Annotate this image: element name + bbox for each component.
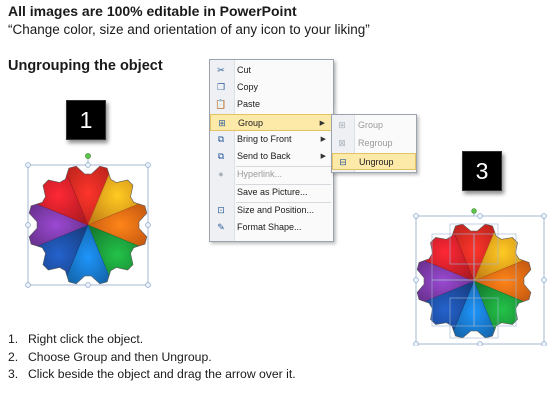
size-position-icon: ⊡ [217,205,225,215]
gear-object-ungrouped[interactable] [410,206,550,346]
instruction-number: 1. [8,332,19,346]
rotate-handle[interactable] [471,208,477,214]
menu-item-label: Size and Position... [237,205,315,215]
resize-handle[interactable] [85,162,91,168]
menu-item-paste[interactable]: 📋 Paste [210,96,333,113]
bring-to-front-icon: ⧉ [217,134,225,144]
submenu-arrow-icon: ▶ [320,136,326,143]
menu-item-label: Copy [237,82,259,92]
menu-item-label: Group [238,118,264,128]
resize-handle[interactable] [541,277,547,283]
menu-item-format-shape[interactable]: ✎ Format Shape... [210,219,333,236]
hyperlink-icon: ● [218,169,224,179]
submenu-arrow-icon: ▶ [319,120,325,127]
menu-item-label: Hyperlink... [237,169,283,179]
resize-handle[interactable] [145,222,151,228]
instructions-list: 1. Right click the object. 2. Choose Group… [8,331,296,384]
instruction-number: 2. [8,349,19,364]
resize-handle[interactable] [85,282,91,288]
menu-item-label: Cut [237,65,252,75]
submenu-item-label: Group [358,120,384,130]
copy-icon: ❐ [216,82,226,92]
step-1-badge: 1 [66,100,106,140]
menu-item-label: Bring to Front [237,134,292,144]
send-to-back-icon: ⧉ [217,151,225,161]
menu-item-group[interactable]: ⊞ Group ▶ [210,114,333,131]
group-icon: ⊞ [338,120,346,130]
menu-item-hyperlink[interactable]: ● Hyperlink... [210,166,333,183]
blank-icon [215,187,227,198]
submenu-item-label: Ungroup [359,157,394,167]
menu-item-label: Save as Picture... [237,187,308,197]
submenu-item-regroup[interactable]: ⊠ Regroup [332,135,416,152]
instruction-text: Choose Group and then Ungroup. [28,349,212,364]
menu-item-cut[interactable]: ✂ Cut [210,62,333,79]
resize-handle[interactable] [25,282,31,288]
submenu-item-label: Regroup [358,138,393,148]
menu-item-send-to-back[interactable]: ⧉ Send to Back ▶ [210,148,333,165]
instruction-number: 3. [8,367,19,381]
paste-icon: 📋 [215,99,227,109]
menu-item-size-and-position[interactable]: ⊡ Size and Position... [210,202,333,219]
group-submenu: ⊞ Group ⊠ Regroup ⊟ Ungroup [331,114,417,173]
instruction-item: 3. Click beside the object and drag the a… [8,366,296,384]
resize-handle[interactable] [25,222,31,228]
menu-item-save-as-picture[interactable]: Save as Picture... [210,184,333,201]
headline: All images are 100% editable in PowerPoi… [8,3,297,19]
rotate-handle[interactable] [85,153,91,159]
submenu-arrow-icon: ▶ [320,153,326,160]
subline: “Change color, size and orientation of a… [8,22,370,37]
section-title: Ungrouping the object [8,58,163,74]
resize-handle[interactable] [25,162,31,168]
resize-handle[interactable] [413,277,419,283]
instruction-item: 2. Choose Group and then Ungroup. [8,349,296,367]
resize-handle[interactable] [477,213,483,219]
ungroup-icon: ⊟ [339,157,347,167]
menu-item-bring-to-front[interactable]: ⧉ Bring to Front ▶ [210,131,333,148]
menu-item-label: Format Shape... [237,222,302,232]
scissors-icon: ✂ [217,65,225,75]
resize-handle[interactable] [145,162,151,168]
gear-object-grouped[interactable] [22,150,156,290]
instruction-text: Click beside the object and drag the arr… [28,367,296,381]
menu-item-label: Send to Back [237,151,291,161]
menu-item-copy[interactable]: ❐ Copy [210,79,333,96]
group-icon: ⊞ [218,118,226,128]
resize-handle[interactable] [413,341,419,346]
resize-handle[interactable] [413,213,419,219]
resize-handle[interactable] [477,341,483,346]
instruction-item: 1. Right click the object. [8,331,296,349]
format-shape-icon: ✎ [217,222,225,232]
submenu-item-group[interactable]: ⊞ Group [332,117,416,134]
regroup-icon: ⊠ [338,138,346,148]
resize-handle[interactable] [541,213,547,219]
resize-handle[interactable] [145,282,151,288]
instruction-text: Right click the object. [28,332,144,346]
submenu-item-ungroup[interactable]: ⊟ Ungroup [332,153,416,170]
menu-item-label: Paste [237,99,261,109]
resize-handle[interactable] [541,341,547,346]
context-menu: ✂ Cut ❐ Copy 📋 Paste ⊞ Group ▶ ⧉ Bring to Front ▶ ⧉ S… [209,59,334,242]
step-3-badge: 3 [462,151,502,191]
